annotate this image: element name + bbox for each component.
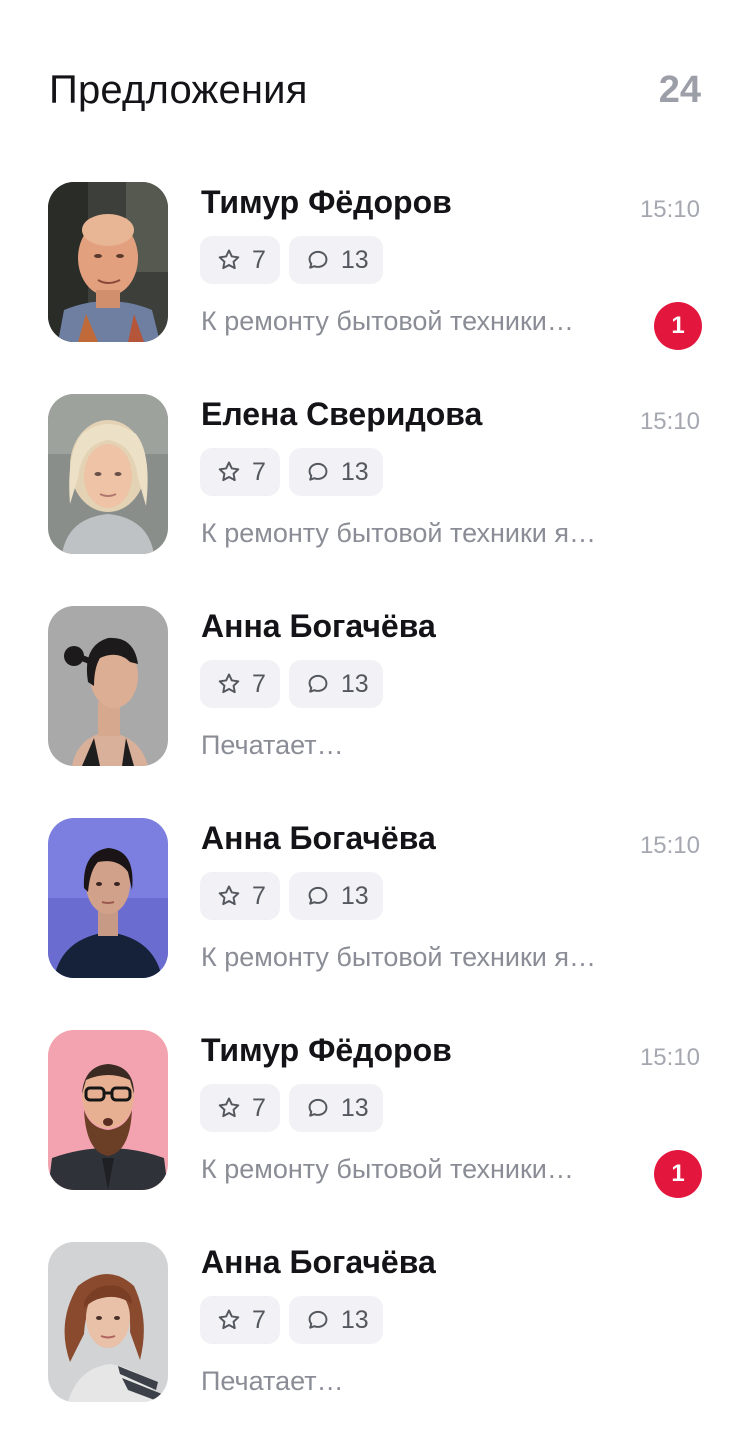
offer-time: 15:10 [639, 1044, 700, 1071]
star-icon [218, 1097, 240, 1118]
comments-chip: 13 [288, 1296, 383, 1344]
page-title: Предложения [49, 67, 308, 112]
offer-stats: 7 13 [200, 872, 383, 920]
offer-item[interactable]: Тимур Фёдоров 15:10 7 13 К ремонту бытов… [0, 182, 750, 394]
avatar-photo [48, 182, 168, 342]
offers-count: 24 [658, 68, 701, 111]
rating-chip: 7 [200, 1296, 280, 1344]
chat-bubble-icon [308, 250, 328, 269]
offers-list: Тимур Фёдоров 15:10 7 13 К ремонту бытов… [0, 182, 750, 1454]
offer-author-name: Анна Богачёва [201, 1244, 436, 1280]
offer-item[interactable]: Анна Богачёва 7 13 Печатает… [0, 1242, 750, 1454]
offer-preview: Печатает… [201, 730, 344, 760]
rating-value: 7 [252, 1093, 266, 1122]
star-icon [218, 249, 240, 270]
offer-stats: 7 13 [200, 1084, 383, 1132]
comments-value: 13 [340, 1305, 369, 1334]
offer-stats: 7 13 [200, 1296, 383, 1344]
offer-stats: 7 13 [200, 660, 383, 708]
avatar[interactable] [48, 1242, 168, 1402]
comments-chip: 13 [288, 872, 383, 920]
rating-chip: 7 [200, 236, 280, 284]
offer-item[interactable]: Анна Богачёва 7 13 Печатает… [0, 606, 750, 818]
page-header: Предложения 24 [49, 62, 701, 118]
offer-preview: К ремонту бытовой техники… [201, 306, 574, 336]
avatar-photo [48, 818, 168, 978]
offer-preview: К ремонту бытовой техники я… [201, 518, 597, 548]
avatar[interactable] [48, 1030, 168, 1190]
avatar-photo [48, 606, 168, 766]
avatar[interactable] [48, 606, 168, 766]
chat-bubble-icon [308, 462, 328, 481]
unread-badge: 1 [654, 302, 702, 350]
rating-value: 7 [252, 669, 266, 698]
comments-value: 13 [340, 669, 369, 698]
comments-value: 13 [340, 245, 369, 274]
rating-chip: 7 [200, 872, 280, 920]
comments-chip: 13 [288, 448, 383, 496]
offer-preview: Печатает… [201, 1366, 344, 1396]
offer-item[interactable]: Елена Сверидова 15:10 7 13 К ремонту быт… [0, 394, 750, 606]
rating-value: 7 [252, 881, 266, 910]
unread-badge: 1 [654, 1150, 702, 1198]
rating-chip: 7 [200, 660, 280, 708]
avatar[interactable] [48, 818, 168, 978]
comments-chip: 13 [288, 1084, 383, 1132]
offer-stats: 7 13 [200, 236, 383, 284]
rating-value: 7 [252, 245, 266, 274]
offer-preview: К ремонту бытовой техники я… [201, 942, 597, 972]
offer-author-name: Анна Богачёва [201, 820, 436, 856]
chat-bubble-icon [308, 1310, 328, 1329]
comments-chip: 13 [288, 236, 383, 284]
comments-chip: 13 [288, 660, 383, 708]
rating-value: 7 [252, 1305, 266, 1334]
offer-author-name: Тимур Фёдоров [201, 1032, 452, 1068]
rating-chip: 7 [200, 448, 280, 496]
offer-preview: К ремонту бытовой техники… [201, 1154, 574, 1184]
chat-bubble-icon [308, 674, 328, 693]
offer-stats: 7 13 [200, 448, 383, 496]
avatar-photo [48, 1242, 168, 1402]
avatar-photo [48, 394, 168, 554]
chat-bubble-icon [308, 1098, 328, 1117]
chat-bubble-icon [308, 886, 328, 905]
offer-item[interactable]: Анна Богачёва 15:10 7 13 К ремонту бытов… [0, 818, 750, 1030]
star-icon [218, 1309, 240, 1330]
offer-time: 15:10 [639, 196, 700, 223]
rating-value: 7 [252, 457, 266, 486]
offer-time: 15:10 [639, 408, 700, 435]
comments-value: 13 [340, 1093, 369, 1122]
comments-value: 13 [340, 457, 369, 486]
avatar-photo [48, 1030, 168, 1190]
rating-chip: 7 [200, 1084, 280, 1132]
offer-author-name: Анна Богачёва [201, 608, 436, 644]
star-icon [218, 673, 240, 694]
offer-item[interactable]: Тимур Фёдоров 15:10 7 13 К ремонту бытов… [0, 1030, 750, 1242]
avatar[interactable] [48, 182, 168, 342]
star-icon [218, 885, 240, 906]
star-icon [218, 461, 240, 482]
comments-value: 13 [340, 881, 369, 910]
offer-author-name: Тимур Фёдоров [201, 184, 452, 220]
offer-time: 15:10 [639, 832, 700, 859]
avatar[interactable] [48, 394, 168, 554]
offer-author-name: Елена Сверидова [201, 396, 483, 432]
